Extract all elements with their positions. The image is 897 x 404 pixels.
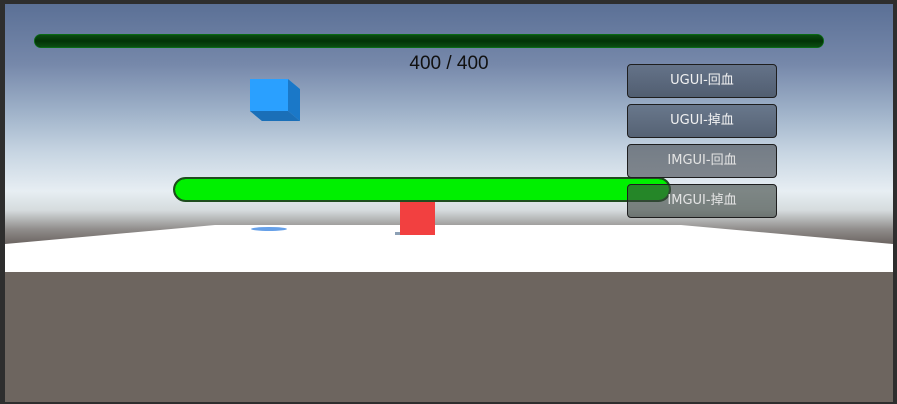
world-health-bar-fill <box>175 179 669 200</box>
button-panel: UGUI-回血 UGUI-掉血 IMGUI-回血 IMGUI-掉血 <box>627 64 777 224</box>
white-ground-plane <box>5 225 893 272</box>
blue-cube <box>248 75 308 129</box>
player-health-bar-fill <box>35 35 823 47</box>
ugui-damage-button[interactable]: UGUI-掉血 <box>627 104 777 138</box>
ground-floor <box>5 272 893 402</box>
red-enemy-block <box>400 201 435 235</box>
imgui-damage-button[interactable]: IMGUI-掉血 <box>627 184 777 218</box>
player-health-bar <box>34 34 824 48</box>
ugui-heal-button[interactable]: UGUI-回血 <box>627 64 777 98</box>
cube-shadow <box>251 227 287 231</box>
imgui-heal-button[interactable]: IMGUI-回血 <box>627 144 777 178</box>
world-health-bar <box>173 177 671 202</box>
game-viewport: 400 / 400 UGUI-回血 UGUI-掉血 IMGUI-回血 IMGUI… <box>5 4 893 402</box>
